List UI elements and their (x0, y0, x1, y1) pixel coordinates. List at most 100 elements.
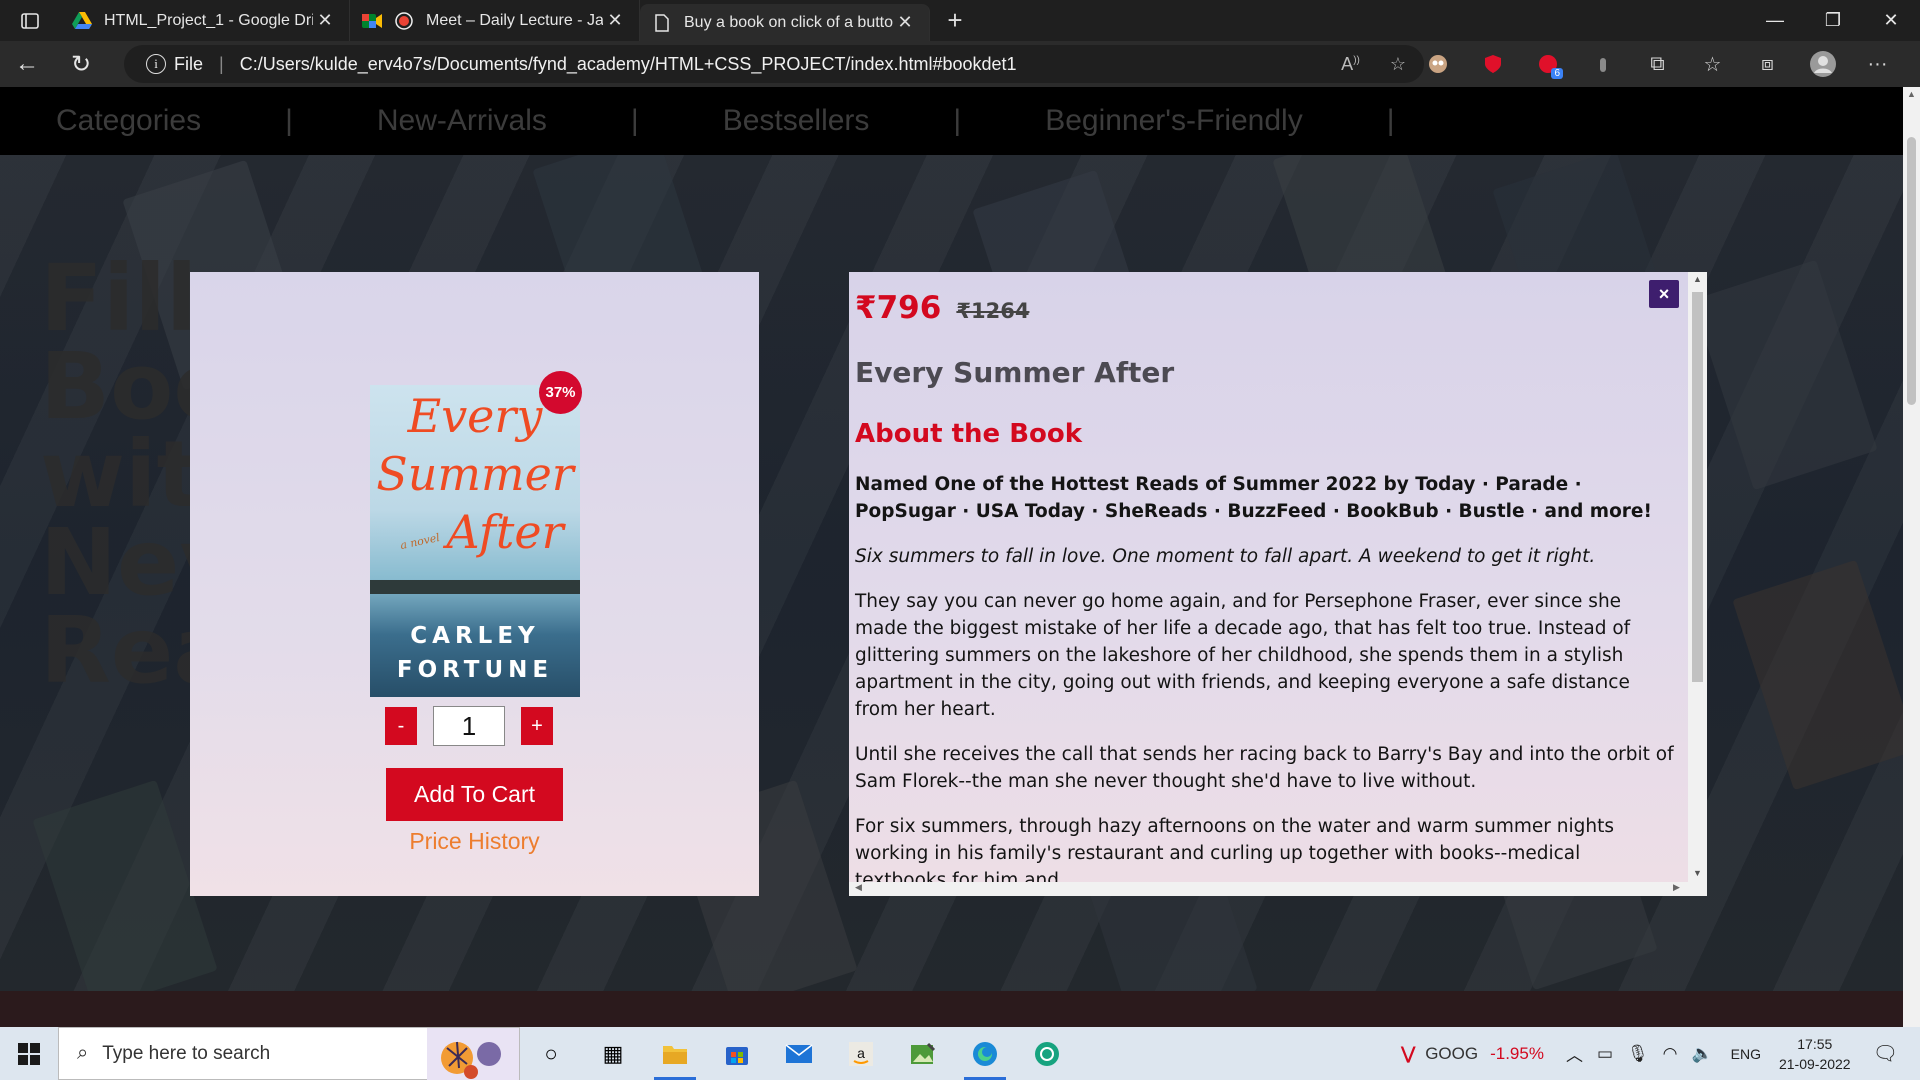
background-book-image (1732, 559, 1903, 791)
address-bar[interactable]: i File | C:/Users/kulde_erv4o7s/Document… (124, 45, 1424, 83)
window-controls: — ❐ ✕ (1746, 0, 1920, 41)
edge-browser-icon[interactable] (954, 1027, 1016, 1080)
tab-close-icon[interactable]: ✕ (603, 10, 627, 31)
tab-close-icon[interactable]: ✕ (893, 12, 917, 33)
nav-separator: | (630, 104, 639, 137)
details-content: ₹796 ₹1264 Every Summer After About the … (855, 290, 1675, 894)
lead-paragraph: Named One of the Hottest Reads of Summer… (855, 474, 1652, 522)
restore-button[interactable]: ❐ (1804, 0, 1862, 41)
price-history-link: Price History (190, 828, 759, 855)
microphone-icon[interactable]: 🎙 (1627, 1044, 1649, 1064)
tab-title: Buy a book on click of a button (684, 13, 893, 31)
chatgpt-app-icon[interactable] (1016, 1027, 1078, 1080)
cover-author-line: CARLEY (410, 623, 540, 649)
tab-close-icon[interactable]: ✕ (313, 10, 337, 31)
back-button[interactable]: ← (0, 41, 54, 87)
quantity-input[interactable] (433, 706, 505, 746)
page-icon (652, 13, 672, 33)
search-highlight-illustration-icon (427, 1028, 519, 1080)
mail-icon[interactable] (768, 1027, 830, 1080)
photos-editor-icon[interactable] (892, 1027, 954, 1080)
more-options-icon[interactable]: ··· (1850, 41, 1905, 87)
scroll-left-arrow-icon[interactable]: ◀ (855, 882, 862, 893)
quantity-decrement-button[interactable]: - (385, 707, 417, 745)
tab-title: HTML_Project_1 - Google Drive (104, 11, 313, 29)
extensions-puzzle-icon[interactable]: ⧉ (1630, 41, 1685, 87)
new-tab-button[interactable]: + (930, 0, 980, 41)
nav-bestsellers[interactable]: Bestsellers (723, 104, 870, 138)
refresh-icon: ↻ (70, 50, 92, 78)
recording-icon (394, 11, 414, 31)
nav-beginners-friendly[interactable]: Beginner's-Friendly (1045, 104, 1303, 138)
address-bar-actions: A)) ☆ (1341, 45, 1406, 83)
minimize-button[interactable]: — (1746, 0, 1804, 41)
task-view-icon[interactable]: ▦ (582, 1027, 644, 1080)
price-history-link-text[interactable]: Price History (409, 828, 539, 854)
microsoft-store-icon[interactable] (706, 1027, 768, 1080)
extension-badge: 6 (1551, 68, 1563, 79)
google-drive-icon (72, 11, 92, 31)
tab-google-meet[interactable]: Meet – Daily Lecture - JavaS ✕ (350, 0, 640, 41)
taskbar-search-box[interactable]: ⌕ Type here to search (58, 1027, 520, 1080)
scroll-up-arrow-icon[interactable]: ▲ (1907, 89, 1916, 99)
cortana-icon[interactable]: ○ (520, 1027, 582, 1080)
wifi-icon[interactable]: ◠ (1663, 1044, 1678, 1064)
clock[interactable]: 17:55 21-09-2022 (1779, 1034, 1851, 1074)
cover-author-line: FORTUNE (396, 657, 554, 683)
details-vertical-scrollbar[interactable]: ▲ ▼ (1688, 272, 1707, 882)
product-card: Every Summer After a novel CARLEY FORTUN… (190, 272, 759, 896)
language-indicator[interactable]: ENG (1731, 1046, 1761, 1062)
scrollbar-thumb[interactable] (1692, 292, 1703, 682)
scroll-up-arrow-icon[interactable]: ▲ (1693, 274, 1702, 284)
read-aloud-icon[interactable]: A)) (1341, 54, 1360, 75)
stock-change: -1.95% (1490, 1043, 1544, 1063)
tab-google-drive[interactable]: HTML_Project_1 - Google Drive ✕ (60, 0, 350, 41)
quantity-increment-button[interactable]: + (521, 707, 553, 745)
tab-actions-button[interactable] (0, 0, 60, 41)
original-price: ₹1264 (956, 299, 1030, 323)
chevron-up-icon[interactable]: ︿ (1566, 1041, 1583, 1066)
extension-gray-icon[interactable] (1575, 41, 1630, 87)
extension-avatar-icon[interactable] (1410, 41, 1465, 87)
background-book-image (1692, 259, 1878, 491)
system-tray: ⋁ GOOG -1.95% ︿ ▭ 🎙 ◠ 🔈 ENG 17:55 21-09-… (1401, 1027, 1920, 1080)
cover-title-line: After (446, 505, 564, 559)
extension-shield-icon[interactable] (1465, 41, 1520, 87)
stock-symbol[interactable]: GOOG (1425, 1044, 1478, 1064)
nav-new-arrivals[interactable]: New-Arrivals (377, 104, 547, 138)
add-favorite-icon[interactable]: ☆ (1390, 54, 1406, 75)
page-footer-strip (0, 991, 1903, 1027)
notifications-icon[interactable]: 🗨 (1873, 1041, 1898, 1066)
page-vertical-scrollbar[interactable]: ▲ (1903, 87, 1920, 1027)
volume-icon[interactable]: 🔈 (1691, 1044, 1712, 1064)
current-price: ₹796 (855, 290, 942, 326)
address-separator: | (219, 53, 224, 74)
scroll-down-arrow-icon[interactable]: ▼ (1693, 868, 1702, 878)
profile-avatar-icon[interactable] (1795, 41, 1850, 87)
stock-widget-icon[interactable]: ⋁ (1401, 1044, 1415, 1064)
details-horizontal-scrollbar[interactable]: ◀ ▶ (849, 882, 1707, 896)
url-text[interactable]: C:/Users/kulde_erv4o7s/Documents/fynd_ac… (240, 54, 1017, 75)
tab-buy-a-book[interactable]: Buy a book on click of a button ✕ (640, 4, 930, 41)
site-navbar: Categories | New-Arrivals | Bestsellers … (0, 87, 1903, 155)
price-row: ₹796 ₹1264 (855, 290, 1675, 326)
extension-notification-icon[interactable]: 6 (1520, 41, 1575, 87)
description-paragraph: Until she receives the call that sends h… (855, 744, 1674, 792)
add-to-cart-button[interactable]: Add To Cart (386, 768, 563, 821)
start-button[interactable] (0, 1027, 58, 1080)
favorites-icon[interactable]: ☆ (1685, 41, 1740, 87)
svg-text:a: a (857, 1045, 865, 1061)
amazon-icon[interactable]: a (830, 1027, 892, 1080)
clock-date: 21-09-2022 (1778, 1055, 1851, 1072)
close-window-button[interactable]: ✕ (1862, 0, 1920, 41)
book-details-panel[interactable]: × ₹796 ₹1264 Every Summer After About th… (849, 272, 1707, 896)
info-icon[interactable]: i (146, 54, 166, 74)
scroll-right-arrow-icon[interactable]: ▶ (1673, 882, 1680, 893)
scrollbar-thumb[interactable] (1907, 137, 1916, 405)
extension-bar: 6 ⧉ ☆ ⧈ ··· (1410, 41, 1905, 87)
battery-icon[interactable]: ▭ (1597, 1044, 1613, 1064)
file-explorer-icon[interactable] (644, 1027, 706, 1080)
nav-categories[interactable]: Categories (56, 104, 201, 138)
refresh-button[interactable]: ↻ (54, 41, 108, 87)
collections-icon[interactable]: ⧈ (1740, 41, 1795, 87)
